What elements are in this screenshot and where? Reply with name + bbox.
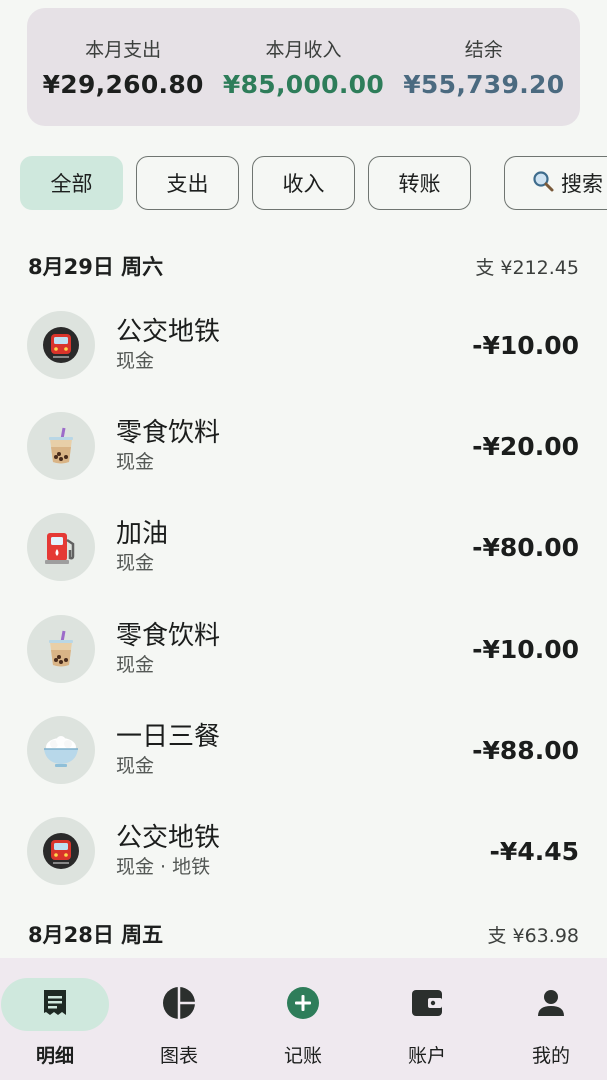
search-chip-label: 搜索 <box>561 172 603 196</box>
transaction-account: 现金 <box>116 552 155 574</box>
monthly-expense: 本月支出 ¥29,260.80 <box>43 35 204 99</box>
bubble-tea-icon <box>27 615 95 683</box>
transaction-amount: -¥10.00 <box>472 634 579 664</box>
fuel-pump-icon <box>27 513 95 581</box>
monthly-balance: 结余 ¥55,739.20 <box>403 35 564 99</box>
transaction-row[interactable]: 公交地铁 现金 · 地铁 -¥4.45 <box>27 817 579 885</box>
transaction-row[interactable]: 加油 现金 -¥80.00 <box>27 513 579 581</box>
bubble-tea-icon <box>27 412 95 480</box>
monthly-income: 本月收入 ¥85,000.00 <box>223 35 384 99</box>
nav-mine-indicator <box>497 978 605 1031</box>
nav-accounts-indicator <box>373 978 481 1031</box>
transaction-amount: -¥20.00 <box>472 431 579 461</box>
transaction-category: 零食饮料 <box>116 621 221 651</box>
nav-details-indicator <box>1 978 109 1031</box>
transaction-row[interactable]: 零食饮料 现金 -¥20.00 <box>27 412 579 480</box>
nav-add[interactable]: 记账 <box>248 978 358 1068</box>
filter-chip-expense-label: 支出 <box>166 172 209 196</box>
filter-chip-bar: 全部 支出 收入 转账 搜索 <box>20 156 607 212</box>
filter-chip-all[interactable]: 全部 <box>20 156 123 210</box>
nav-mine-label: 我的 <box>531 1045 570 1067</box>
day-date: 8月29日 周六 <box>28 255 164 279</box>
transaction-account: 现金 <box>116 451 155 473</box>
nav-charts-label: 图表 <box>159 1045 198 1067</box>
transaction-row[interactable]: 一日三餐 现金 -¥88.00 <box>27 716 579 784</box>
monthly-expense-value: ¥29,260.80 <box>42 70 204 99</box>
transaction-amount: -¥10.00 <box>472 330 579 360</box>
filter-chip-transfer-label: 转账 <box>398 172 441 196</box>
monthly-income-value: ¥85,000.00 <box>222 70 385 99</box>
transaction-category: 公交地铁 <box>116 317 221 347</box>
filter-chip-all-label: 全部 <box>50 172 93 196</box>
add-circle-icon <box>286 986 320 1024</box>
monthly-expense-label: 本月支出 <box>85 39 162 61</box>
metro-icon <box>27 817 95 885</box>
transaction-row[interactable]: 公交地铁 现金 -¥10.00 <box>27 311 579 379</box>
pie-chart-icon <box>162 986 196 1024</box>
person-icon <box>536 988 566 1022</box>
rice-bowl-icon <box>27 716 95 784</box>
bottom-navigation: 明细 图表 记账 账户 我的 <box>0 958 607 1080</box>
transaction-row[interactable]: 零食饮料 现金 -¥10.00 <box>27 615 579 683</box>
receipt-icon <box>41 988 69 1022</box>
day-total: 支 ¥63.98 <box>487 924 579 947</box>
transaction-text: 零食饮料 现金 <box>116 417 472 475</box>
monthly-summary-card: 本月支出 ¥29,260.80 本月收入 ¥85,000.00 结余 ¥55,7… <box>27 8 580 126</box>
transaction-account: 现金 · 地铁 <box>116 856 211 878</box>
transaction-category: 加油 <box>116 519 169 549</box>
nav-mine[interactable]: 我的 <box>496 978 606 1068</box>
monthly-balance-value: ¥55,739.20 <box>403 70 565 99</box>
nav-details-label: 明细 <box>35 1045 74 1067</box>
transaction-category: 一日三餐 <box>116 722 221 752</box>
wallet-icon <box>410 988 444 1022</box>
transaction-text: 公交地铁 现金 <box>116 316 472 374</box>
transaction-amount: -¥4.45 <box>489 836 579 866</box>
transaction-account: 现金 <box>116 654 155 676</box>
nav-accounts[interactable]: 账户 <box>372 978 482 1068</box>
transaction-text: 一日三餐 现金 <box>116 721 472 779</box>
transaction-text: 零食饮料 现金 <box>116 620 472 678</box>
transaction-category: 零食饮料 <box>116 418 221 448</box>
nav-add-indicator <box>249 978 357 1031</box>
day-header: 8月28日 周五 支 ¥63.98 <box>28 919 579 949</box>
day-date: 8月28日 周五 <box>28 923 164 947</box>
nav-details[interactable]: 明细 <box>0 978 110 1068</box>
search-chip[interactable]: 搜索 <box>504 156 607 210</box>
nav-charts-indicator <box>125 978 233 1031</box>
nav-accounts-label: 账户 <box>407 1045 446 1067</box>
transaction-account: 现金 <box>116 755 155 777</box>
transaction-category: 公交地铁 <box>116 823 221 853</box>
monthly-income-label: 本月收入 <box>265 39 342 61</box>
nav-add-label: 记账 <box>283 1045 322 1067</box>
search-icon <box>531 169 555 198</box>
day-total: 支 ¥212.45 <box>475 256 579 279</box>
filter-chip-income[interactable]: 收入 <box>252 156 355 210</box>
transaction-text: 公交地铁 现金 · 地铁 <box>116 822 490 880</box>
monthly-balance-label: 结余 <box>464 39 503 61</box>
transaction-account: 现金 <box>116 350 155 372</box>
transaction-amount: -¥80.00 <box>472 532 579 562</box>
transaction-text: 加油 现金 <box>116 518 472 576</box>
filter-chip-transfer[interactable]: 转账 <box>368 156 471 210</box>
filter-chip-income-label: 收入 <box>282 172 325 196</box>
day-header: 8月29日 周六 支 ¥212.45 <box>28 251 579 281</box>
metro-icon <box>27 311 95 379</box>
filter-chip-expense[interactable]: 支出 <box>136 156 239 210</box>
nav-charts[interactable]: 图表 <box>124 978 234 1068</box>
transaction-amount: -¥88.00 <box>472 735 579 765</box>
